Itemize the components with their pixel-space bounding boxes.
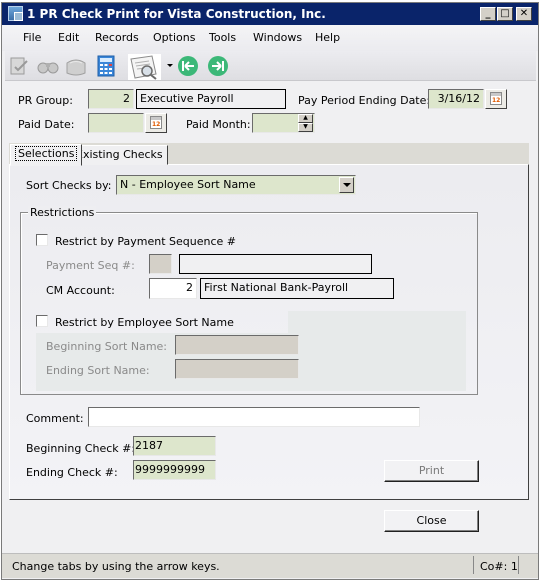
menu-help[interactable]: Help xyxy=(315,31,340,44)
pr-group-field[interactable]: 2 xyxy=(88,89,134,109)
calendar-icon: 12 xyxy=(150,116,162,129)
paid-month-label: Paid Month: xyxy=(186,118,251,131)
attachments-icon[interactable] xyxy=(65,55,87,77)
beginning-check-field[interactable]: 2187 xyxy=(133,436,216,456)
payseq-field[interactable] xyxy=(149,254,172,274)
title-bar: 1 PR Check Print for Vista Construction,… xyxy=(2,3,538,25)
status-text: Change tabs by using the arrow keys. xyxy=(12,560,220,573)
restrictions-title: Restrictions xyxy=(28,206,97,219)
restrict-sortname-label[interactable]: Restrict by Employee Sort Name xyxy=(55,316,234,329)
status-separator xyxy=(518,556,519,574)
paid-date-label: Paid Date: xyxy=(18,118,75,131)
close-window-button[interactable]: ✕ xyxy=(516,7,532,21)
menu-tools[interactable]: Tools xyxy=(209,31,236,44)
menu-options[interactable]: Options xyxy=(153,31,195,44)
ending-check-label: Ending Check #: xyxy=(26,466,118,479)
comment-field[interactable] xyxy=(88,407,420,427)
tab-selections[interactable]: Selections xyxy=(10,144,83,166)
restrict-sortname-checkbox[interactable] xyxy=(36,315,48,327)
calendar-icon: 12 xyxy=(490,92,502,105)
beginning-sort-name-field[interactable] xyxy=(175,335,299,355)
close-button[interactable]: Close xyxy=(384,510,479,532)
pay-period-ending-field[interactable]: 3/16/12 xyxy=(428,89,484,109)
close-icon: ✕ xyxy=(519,8,529,19)
paid-month-spinner[interactable]: ▲ ▼ xyxy=(298,114,313,132)
paid-date-field[interactable] xyxy=(88,113,144,133)
menu-windows[interactable]: Windows xyxy=(253,31,302,44)
menu-records[interactable]: Records xyxy=(95,31,139,44)
paid-date-calendar-button[interactable]: 12 xyxy=(145,113,167,133)
find-binoculars-icon[interactable] xyxy=(37,55,59,77)
edit-record-icon[interactable] xyxy=(9,55,31,77)
status-bar: Change tabs by using the arrow keys. Co#… xyxy=(2,553,538,578)
first-record-icon[interactable] xyxy=(177,55,199,77)
beginning-check-label: Beginning Check #: xyxy=(26,442,136,455)
cm-account-description: First National Bank-Payroll xyxy=(200,278,394,299)
last-record-icon[interactable] xyxy=(207,55,229,77)
print-preview-icon[interactable] xyxy=(128,54,161,80)
spin-up-icon[interactable]: ▲ xyxy=(298,114,313,123)
calculator-icon[interactable] xyxy=(95,55,117,77)
print-button[interactable]: Print xyxy=(384,460,479,482)
window-title: 1 PR Check Print for Vista Construction,… xyxy=(27,7,326,21)
restrict-payseq-checkbox[interactable] xyxy=(36,234,48,246)
payseq-description xyxy=(179,254,372,274)
beginning-sort-name-label: Beginning Sort Name: xyxy=(46,340,168,353)
dropdown-arrow-icon[interactable] xyxy=(167,64,173,67)
sort-checks-label: Sort Checks by: xyxy=(26,179,112,192)
chevron-down-icon[interactable] xyxy=(339,177,354,193)
maximize-icon: □ xyxy=(500,8,510,19)
minimize-button[interactable]: _ xyxy=(480,7,496,21)
pr-group-description: Executive Payroll xyxy=(136,89,286,109)
ending-sort-name-label: Ending Sort Name: xyxy=(46,364,150,377)
payseq-label: Payment Seq #: xyxy=(46,259,135,272)
status-separator xyxy=(473,556,474,574)
pr-group-label: PR Group: xyxy=(18,94,73,107)
cm-account-field[interactable]: 2 xyxy=(149,278,197,299)
ending-check-field[interactable]: 9999999999 xyxy=(133,460,216,480)
tab-existing-checks[interactable]: Existing Checks xyxy=(71,145,168,165)
spin-down-icon[interactable]: ▼ xyxy=(298,123,313,132)
maximize-button[interactable]: □ xyxy=(497,7,513,21)
sort-checks-dropdown[interactable]: N - Employee Sort Name xyxy=(116,175,356,195)
menu-bar: File Edit Records Options Tools Windows … xyxy=(2,25,538,51)
sort-checks-value: N - Employee Sort Name xyxy=(120,178,256,191)
pay-period-calendar-button[interactable]: 12 xyxy=(485,89,507,109)
minimize-icon: _ xyxy=(485,8,491,19)
cm-account-label: CM Account: xyxy=(46,284,115,297)
restrict-payseq-label[interactable]: Restrict by Payment Sequence # xyxy=(55,235,236,248)
toolbar xyxy=(5,51,536,81)
company-indicator: Co#: 1 xyxy=(480,560,518,573)
ending-sort-name-field[interactable] xyxy=(175,359,299,379)
shaded-panel xyxy=(288,311,466,391)
pay-period-ending-label: Pay Period Ending Date: xyxy=(298,94,431,107)
app-icon xyxy=(8,6,23,21)
comment-label: Comment: xyxy=(26,412,84,425)
menu-file[interactable]: File xyxy=(23,31,41,44)
menu-edit[interactable]: Edit xyxy=(58,31,79,44)
